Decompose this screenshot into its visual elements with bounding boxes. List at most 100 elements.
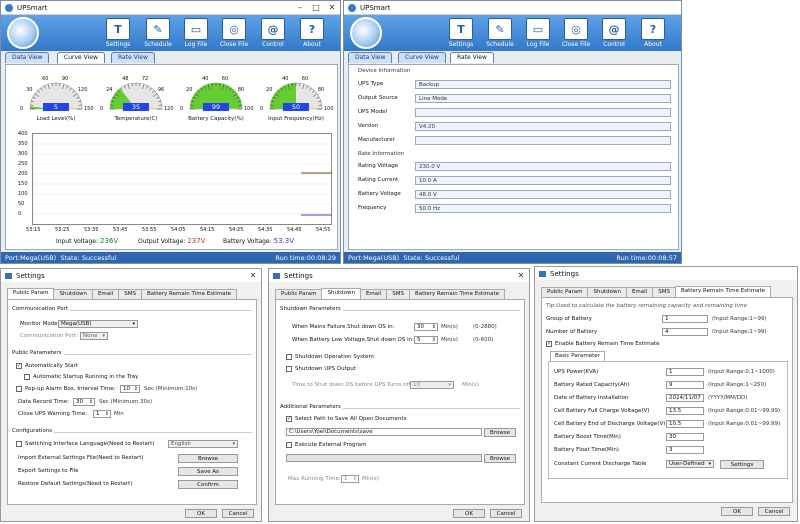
close-icon[interactable]: ✕ (245, 271, 261, 280)
tab-curve-view[interactable]: Curve View (57, 52, 105, 63)
gauge-tick-label: 30 (26, 87, 33, 94)
maximize-icon[interactable]: □ (308, 3, 324, 12)
tab-rate-view[interactable]: Rate View (111, 52, 155, 63)
time-before-off-select[interactable]: 10 (410, 381, 454, 389)
tab-basic-parameter[interactable]: Basic Parameter (550, 351, 605, 361)
battery-param-input[interactable]: 3 (666, 446, 704, 454)
tab-battery-remain[interactable]: Battery Remain Time Estimate (674, 286, 771, 297)
battery-param-hint: (Input Range:0.01~99.99) (708, 408, 781, 414)
number-battery-input[interactable]: 4 (662, 328, 708, 336)
close-warning-input[interactable]: 1 (93, 410, 111, 418)
popup-interval-input[interactable]: 10 (120, 385, 140, 393)
max-running-input[interactable]: 1 (341, 475, 359, 483)
program-path-input[interactable] (286, 454, 482, 462)
switch-language-checkbox[interactable]: Switching Interface Language(Need to Res… (16, 441, 154, 447)
cancel-button[interactable]: Cancel (222, 509, 254, 518)
log-file-label: Log File (184, 41, 208, 48)
tab-rate-view[interactable]: Rate View (450, 52, 494, 63)
battery-param-input[interactable]: 10.5 (666, 420, 704, 428)
battery-param-input[interactable]: 13.5 (666, 407, 704, 415)
public-param-body: Communication Port Monitor Mode: Mega(US… (7, 299, 257, 505)
control-button[interactable]: @ Control (253, 18, 293, 48)
ok-button[interactable]: OK (721, 507, 753, 516)
tab-public-param[interactable]: Public Param (7, 288, 55, 299)
tab-email[interactable]: Email (91, 289, 120, 299)
curve-chart (32, 133, 333, 225)
record-time-input[interactable]: 30 (73, 398, 95, 406)
tab-shutdown[interactable]: Shutdown (587, 287, 627, 297)
rate-field-value: 48.0 V (415, 190, 671, 199)
tab-sms[interactable]: SMS (386, 289, 410, 299)
battery-param-input[interactable]: 1 (666, 368, 704, 376)
rate-field-label: Frequency (358, 205, 387, 211)
about-button[interactable]: ? About (292, 18, 332, 48)
rate-field-value: 50.0 Hz (415, 204, 671, 213)
about-button[interactable]: ? About (633, 18, 673, 48)
tab-public-param[interactable]: Public Param (275, 289, 323, 299)
battery-low-input[interactable]: 5 (414, 336, 438, 344)
gauge-tick-label: 0 (260, 106, 264, 112)
settings-icon: T (449, 18, 473, 40)
schedule-button[interactable]: ✎ Schedule (138, 18, 178, 48)
comm-port-select[interactable]: None (80, 332, 108, 340)
log-file-button[interactable]: ▭ Log File (176, 18, 216, 48)
close-icon[interactable]: ✕ (513, 271, 529, 280)
enable-estimate-checkbox[interactable]: ✓ Enable Battery Remain Time Estimate (546, 341, 660, 347)
settings-button[interactable]: T Settings (441, 18, 481, 48)
schedule-button[interactable]: ✎ Schedule (480, 18, 520, 48)
tab-email[interactable]: Email (359, 289, 388, 299)
tab-shutdown[interactable]: Shutdown (53, 289, 93, 299)
confirm-button[interactable]: Confirm (178, 480, 238, 489)
x-tick-label: 54:35 (258, 227, 273, 233)
save-path-browse-button[interactable]: Browse (484, 428, 516, 437)
program-browse-button[interactable]: Browse (484, 454, 516, 463)
save-as-button[interactable]: Save As (178, 467, 238, 476)
monitor-mode-select[interactable]: Mega(USB) (58, 320, 138, 328)
log-file-icon: ▭ (526, 18, 550, 40)
discharge-table-label: Constant Current Discharge Table (554, 461, 647, 467)
tab-curve-view[interactable]: Curve View (398, 52, 446, 63)
tab-battery-remain[interactable]: Battery Remain Time Estimate (140, 289, 237, 299)
save-documents-checkbox[interactable]: ✓ Select Path to Save All Open Documents (286, 416, 406, 422)
minimize-icon[interactable]: – (292, 3, 308, 12)
shutdown-os-checkbox[interactable]: Shutdown Operation System (286, 354, 374, 360)
execute-program-checkbox[interactable]: Execute External Program (286, 442, 367, 448)
ok-button[interactable]: OK (453, 509, 485, 518)
tab-data-view[interactable]: Data View (5, 52, 50, 63)
control-button[interactable]: @ Control (594, 18, 634, 48)
tab-sms[interactable]: SMS (652, 287, 676, 297)
tab-public-param[interactable]: Public Param (541, 287, 589, 297)
close-file-button[interactable]: ◎ Close File (214, 18, 254, 48)
auto-start-checkbox[interactable]: ✓ Automatically Start (16, 363, 78, 369)
battery-param-input[interactable]: 9 (666, 381, 704, 389)
tab-email[interactable]: Email (625, 287, 654, 297)
gauge-tick-label: 0 (20, 106, 24, 112)
cancel-button[interactable]: Cancel (758, 507, 790, 516)
battery-param-input[interactable]: 2024/11/07 (666, 394, 704, 402)
device-field-value: V4.20 (415, 122, 671, 131)
mains-failure-input[interactable]: 30 (414, 323, 438, 331)
settings-button[interactable]: T Settings (98, 18, 138, 48)
popup-alarm-checkbox[interactable]: Pop-up Alarm Box, Interval Time: (16, 386, 115, 392)
y-tick-label: 0 (18, 211, 22, 217)
battery-param-input[interactable]: 30 (666, 433, 704, 441)
group-battery-input[interactable]: 1 (662, 315, 708, 323)
tab-shutdown[interactable]: Shutdown (321, 288, 361, 299)
save-path-input[interactable]: C:\Users\Yoel\Documents\save (286, 428, 482, 436)
discharge-table-select[interactable]: User-Defined (666, 460, 714, 468)
schedule-label: Schedule (486, 41, 514, 48)
close-file-button[interactable]: ◎ Close File (556, 18, 596, 48)
auto-tray-checkbox[interactable]: Automatic Startup Running in the Tray (24, 374, 138, 380)
close-warning-unit: Min (114, 411, 124, 417)
ok-button[interactable]: OK (185, 509, 217, 518)
log-file-button[interactable]: ▭ Log File (518, 18, 558, 48)
tab-data-view[interactable]: Data View (348, 52, 393, 63)
tab-battery-remain[interactable]: Battery Remain Time Estimate (408, 289, 505, 299)
import-browse-button[interactable]: Browse (178, 454, 238, 463)
language-select[interactable]: English (168, 440, 238, 448)
discharge-settings-button[interactable]: Settings (720, 460, 764, 469)
close-icon[interactable]: ✕ (324, 3, 340, 12)
tab-sms[interactable]: SMS (118, 289, 142, 299)
cancel-button[interactable]: Cancel (490, 509, 522, 518)
shutdown-ups-checkbox[interactable]: Shutdown UPS Output (286, 366, 356, 372)
